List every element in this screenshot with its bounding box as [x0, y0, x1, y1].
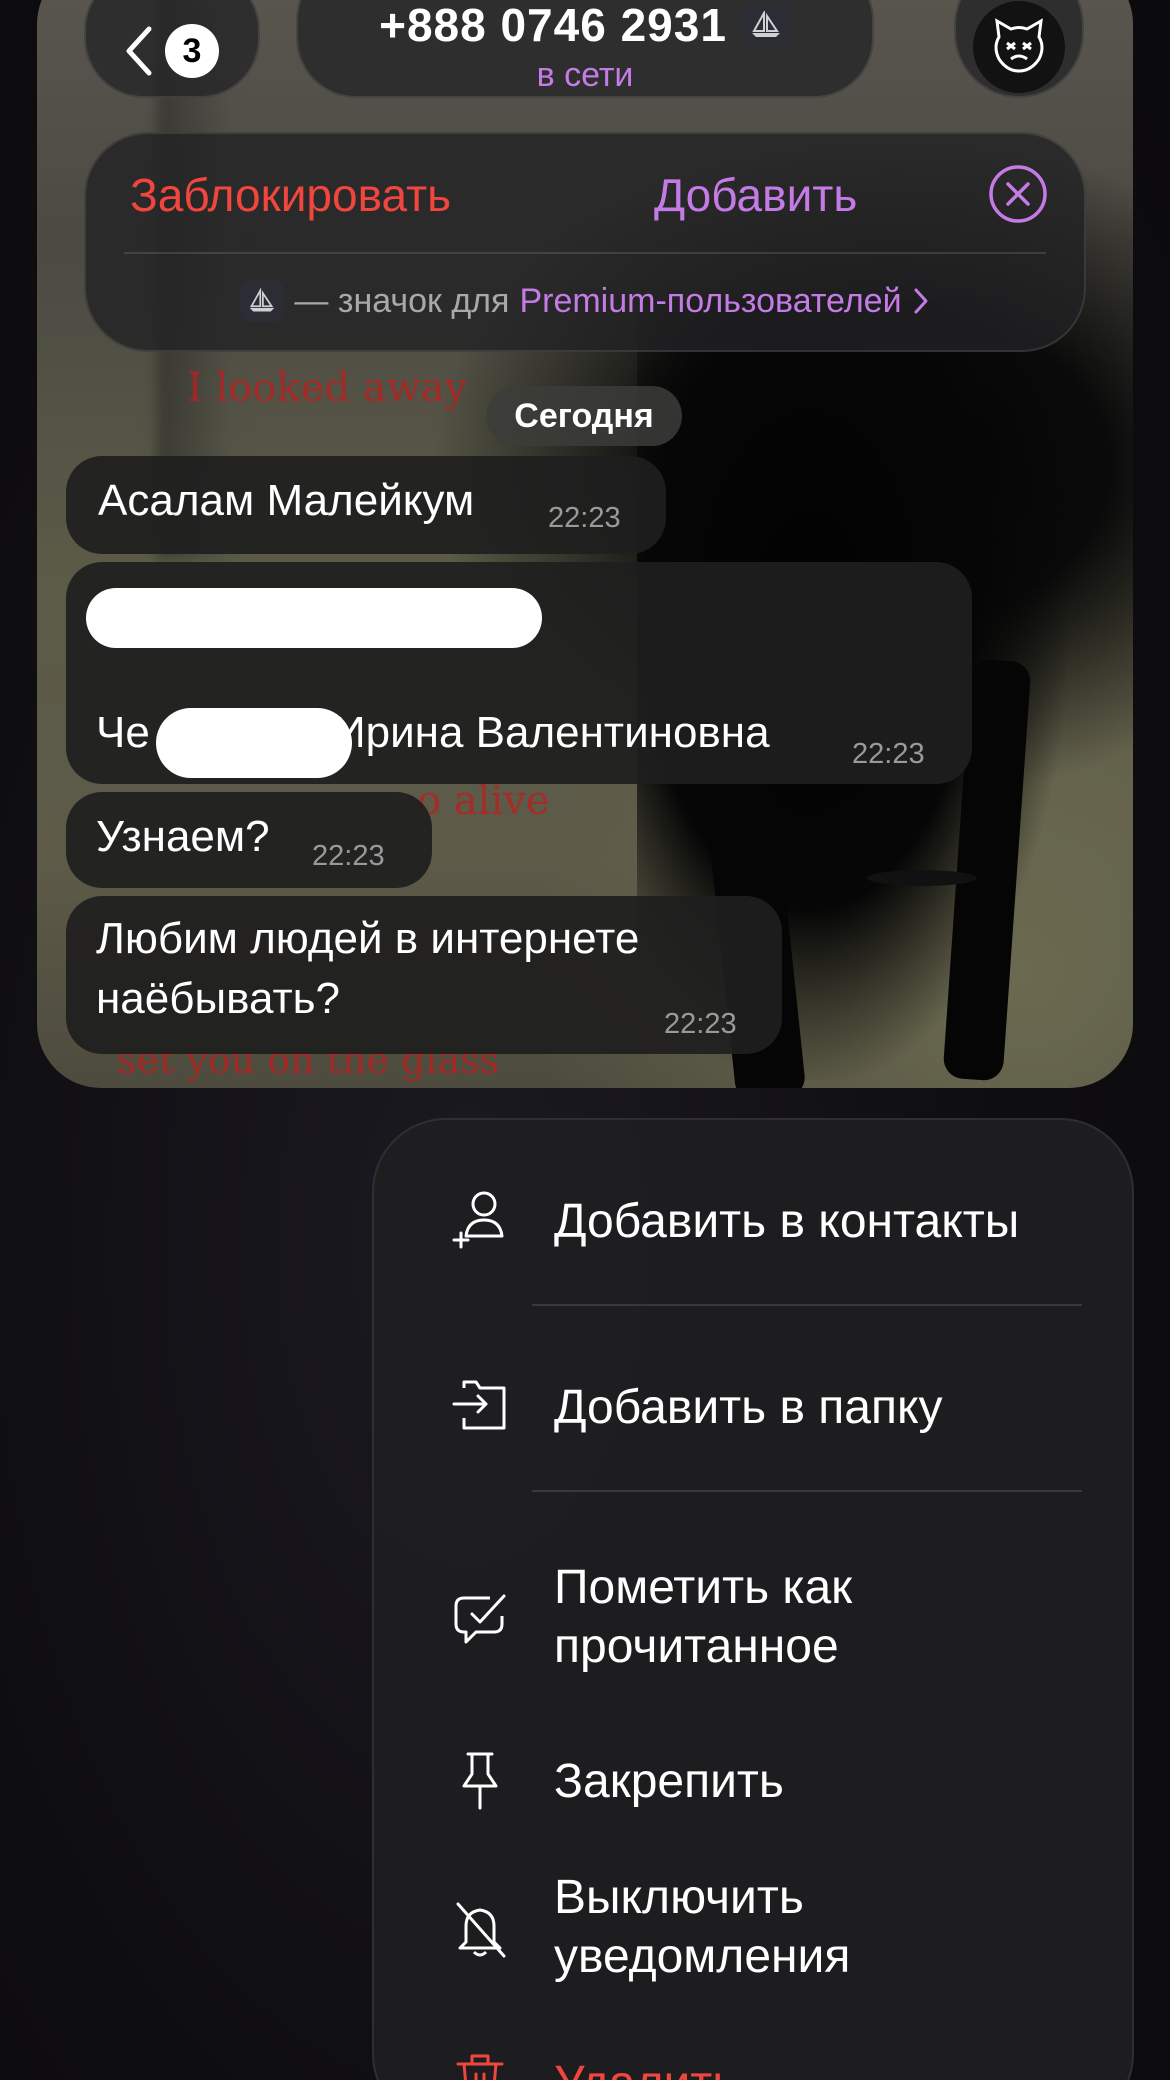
premium-info-text: — значок для: [294, 281, 510, 320]
premium-boat-icon: [240, 280, 285, 322]
divider: [532, 1490, 1082, 1492]
premium-boat-icon: [740, 3, 791, 47]
mute-bell-icon: [456, 1902, 506, 1958]
message-time: 22:23: [664, 1008, 737, 1040]
chevron-left-icon: [126, 26, 152, 76]
message-text-line: наёбывать?: [96, 974, 340, 1023]
cat-emoji-icon: [994, 18, 1044, 73]
message-bubble[interactable]: Че Ирина Валентиновна 22:23: [66, 562, 972, 784]
menu-item-mark-as-read[interactable]: Пометить как прочитанное: [374, 1554, 1132, 1684]
divider: [532, 1304, 1082, 1306]
redaction-mark: [156, 708, 352, 778]
context-menu: Добавить в контакты Добавить в папку Пом…: [372, 1118, 1134, 2080]
menu-item-label-line: Выключить: [554, 1871, 804, 1924]
menu-item-add-to-contacts[interactable]: Добавить в контакты: [374, 1178, 1132, 1268]
menu-item-label-line: Пометить как: [554, 1561, 853, 1614]
menu-item-label: Добавить в папку: [554, 1381, 943, 1434]
add-to-folder-icon: [452, 1380, 506, 1430]
contact-phone: +888 0746 2931: [379, 0, 727, 51]
message-text-prefix: Че: [96, 708, 150, 757]
message-text-line: Любим людей в интернете: [96, 914, 640, 963]
wallpaper-text: o alive: [417, 778, 550, 824]
wallpaper-bat: [867, 870, 977, 886]
add-contact-icon: [452, 1191, 504, 1249]
mark-read-icon: [454, 1594, 506, 1644]
menu-item-label: Закрепить: [554, 1755, 784, 1808]
menu-item-label: Удалить: [554, 2054, 737, 2080]
message-text: Узнаем?: [96, 812, 270, 861]
menu-item-mute[interactable]: Выключить уведомления: [374, 1864, 1132, 1994]
add-contact-button[interactable]: Добавить: [654, 168, 857, 222]
unknown-contact-action-bar: Заблокировать Добавить — значок для Prem…: [84, 132, 1086, 352]
back-button[interactable]: 3: [84, 0, 260, 98]
avatar: [973, 1, 1065, 93]
block-button[interactable]: Заблокировать: [130, 168, 451, 222]
premium-info-link[interactable]: — значок для Premium-пользователей: [86, 280, 1084, 322]
chevron-right-icon: [914, 288, 928, 314]
message-bubble[interactable]: Асалам Малейкум 22:23: [66, 456, 666, 554]
message-text: Асалам Малейкум: [98, 476, 475, 525]
premium-link-text: Premium-пользователей: [519, 281, 902, 320]
menu-item-delete[interactable]: Удалить: [374, 2040, 1132, 2080]
date-separator: Сегодня: [486, 386, 682, 446]
menu-item-pin[interactable]: Закрепить: [374, 1738, 1132, 1828]
message-time: 22:23: [852, 738, 925, 770]
message-bubble[interactable]: Любим людей в интернете наёбывать? 22:23: [66, 896, 782, 1054]
redaction-mark: [86, 588, 542, 648]
message-bubble[interactable]: Узнаем? 22:23: [66, 792, 432, 888]
menu-item-add-to-folder[interactable]: Добавить в папку: [374, 1364, 1132, 1454]
online-status: в сети: [536, 56, 634, 94]
pin-icon: [462, 1752, 498, 1810]
menu-item-label: Добавить в контакты: [554, 1195, 1020, 1248]
screen: I looked away o alive set you on the gla…: [0, 0, 1170, 2080]
message-time: 22:23: [312, 840, 385, 872]
chat-title[interactable]: +888 0746 2931 в сети: [296, 0, 874, 98]
close-icon[interactable]: [988, 164, 1048, 224]
trash-icon: [456, 2054, 504, 2080]
menu-item-label-line: прочитанное: [554, 1620, 839, 1673]
unread-badge: 3: [165, 24, 219, 78]
message-text: Ирина Валентиновна: [334, 708, 770, 757]
wallpaper-text: I looked away: [187, 365, 468, 411]
divider: [124, 252, 1046, 254]
menu-item-label-line: уведомления: [554, 1930, 851, 1983]
message-time: 22:23: [548, 502, 621, 534]
